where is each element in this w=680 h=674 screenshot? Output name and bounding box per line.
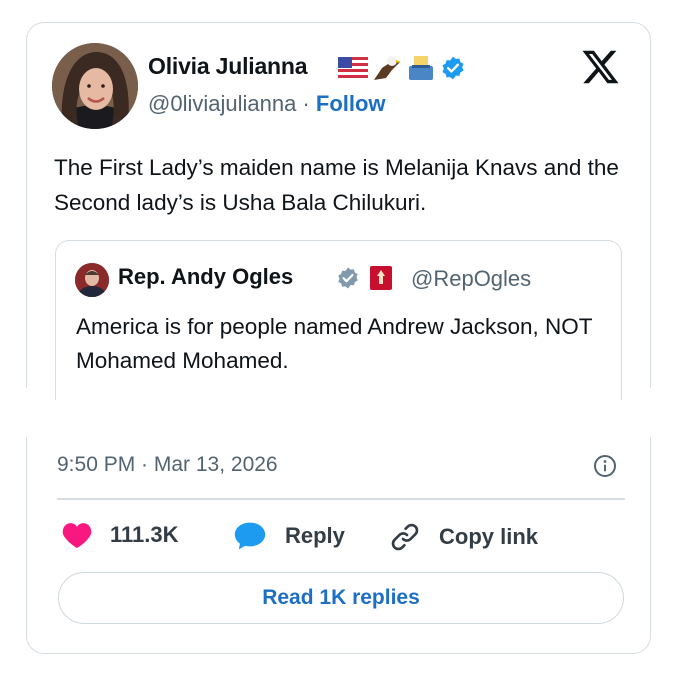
tweet-text: The First Lady’s maiden name is Melanija… bbox=[54, 155, 619, 215]
verified-badge-icon bbox=[442, 56, 464, 80]
quote-author-handle[interactable]: @RepOgles bbox=[411, 266, 531, 292]
author-handle[interactable]: @0liviajulianna bbox=[148, 91, 296, 116]
reply-bubble-icon bbox=[234, 522, 266, 550]
quote-text: America is for people named Andrew Jacks… bbox=[76, 314, 593, 373]
author-name[interactable]: Olivia Julianna bbox=[148, 53, 308, 80]
reply-button[interactable]: Reply bbox=[233, 521, 345, 551]
like-button[interactable]: 111.3K bbox=[62, 521, 179, 549]
like-count: 111.3K bbox=[110, 522, 179, 547]
quote-badges bbox=[336, 266, 392, 290]
read-replies-button[interactable]: Read 1K replies bbox=[58, 572, 624, 624]
flag-usa-emoji bbox=[338, 57, 368, 79]
handle-separator: · bbox=[296, 91, 316, 116]
eagle-emoji bbox=[374, 56, 401, 80]
divider bbox=[57, 498, 625, 500]
quote-author-avatar[interactable] bbox=[75, 263, 109, 297]
copy-link-button[interactable]: Copy link bbox=[389, 521, 538, 553]
follow-button[interactable]: Follow bbox=[316, 91, 386, 116]
link-icon bbox=[391, 523, 419, 551]
quote-author-name[interactable]: Rep. Andy Ogles bbox=[118, 264, 293, 290]
author-badges bbox=[338, 54, 466, 82]
author-handle-line: @0liviajulianna · Follow bbox=[148, 91, 386, 117]
ballot-box-emoji bbox=[409, 56, 433, 80]
verified-gray-badge-icon bbox=[338, 267, 358, 289]
x-logo-icon[interactable] bbox=[582, 49, 619, 85]
info-icon[interactable] bbox=[593, 454, 617, 478]
author-avatar[interactable] bbox=[52, 43, 138, 129]
timestamp[interactable]: 9:50 PM · Mar 13, 2026 bbox=[57, 453, 278, 477]
reply-label: Reply bbox=[285, 523, 345, 548]
house-seal-icon bbox=[370, 266, 392, 290]
heart-icon bbox=[62, 523, 92, 549]
copy-link-label: Copy link bbox=[439, 524, 539, 549]
